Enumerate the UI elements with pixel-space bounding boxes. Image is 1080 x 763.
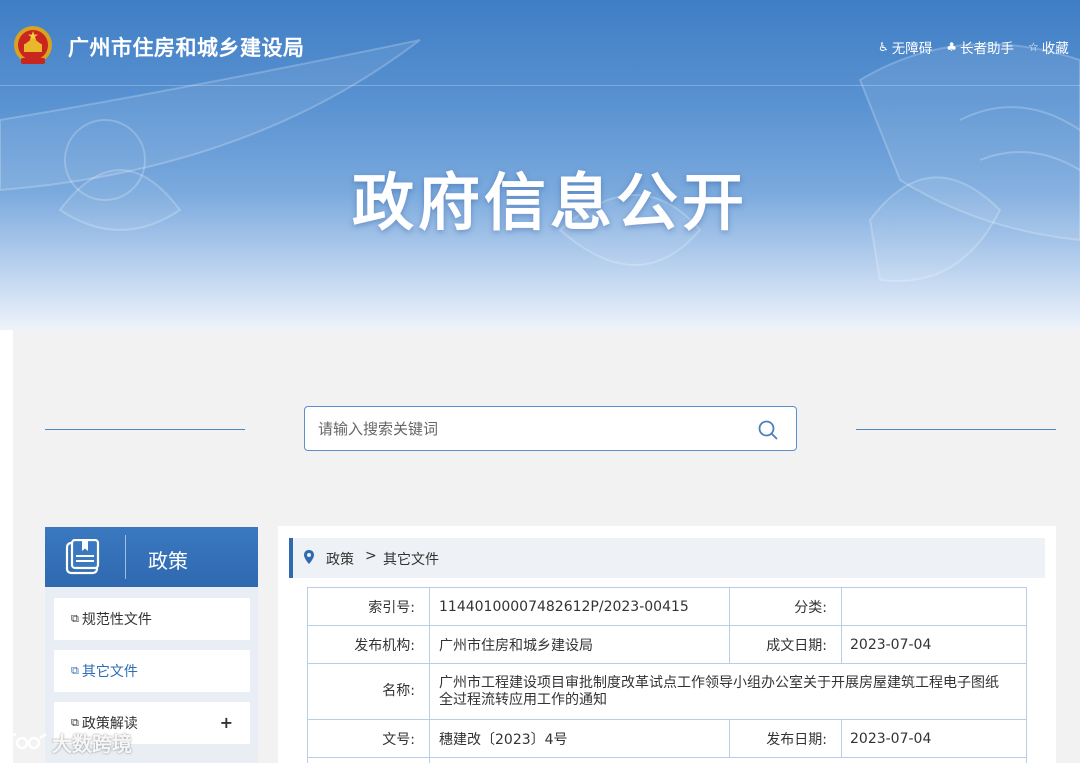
- site-title[interactable]: 广州市住房和城乡建设局: [68, 32, 305, 62]
- sidebar-item-label: 规范性文件: [81, 612, 152, 628]
- location-pin-icon: [304, 550, 314, 564]
- index-value: 11440100007482612P/2023-00415: [429, 587, 730, 626]
- table-row: 名称: 广州市工程建设项目审批制度改革试点工作领导小组办公室关于开展房屋建筑工程…: [307, 663, 1027, 720]
- favorite-link[interactable]: ☆ 收藏: [1028, 37, 1069, 57]
- banner-title: 政府信息公开: [351, 166, 748, 239]
- watermark: 大数跨境: [6, 728, 132, 757]
- created-date-label: 成文日期:: [729, 625, 842, 664]
- category-label: 分类:: [729, 587, 842, 626]
- banner: 广州市住房和城乡建设局 ♿ 无障碍 ♣ 长者助手 ☆ 收藏 政府信息公开: [0, 0, 1080, 330]
- category-value: [841, 587, 1027, 626]
- wheelchair-icon: ♿: [878, 40, 889, 54]
- name-label: 名称:: [307, 663, 430, 720]
- expand-plus-icon[interactable]: +: [220, 713, 233, 732]
- top-links: ♿ 无障碍 ♣ 长者助手 ☆ 收藏: [878, 37, 1080, 57]
- breadcrumb-separator: >: [365, 548, 377, 564]
- search-input[interactable]: [318, 407, 738, 450]
- publisher-value: 广州市住房和城乡建设局: [429, 625, 730, 664]
- breadcrumb: 政策 > 其它文件: [289, 538, 1045, 578]
- watermark-logo-icon: [8, 732, 47, 750]
- publisher-label: 发布机构:: [307, 625, 430, 664]
- top-bar: 广州市住房和城乡建设局 ♿ 无障碍 ♣ 长者助手 ☆ 收藏: [0, 0, 1080, 86]
- national-emblem-icon[interactable]: [13, 25, 53, 67]
- star-icon: ☆: [1028, 40, 1039, 54]
- copy-icon: ⧉: [71, 612, 79, 625]
- created-date-value: 2023-07-04: [841, 625, 1027, 664]
- sidebar-title: 政策: [148, 549, 188, 573]
- name-value: 广州市工程建设项目审批制度改革试点工作领导小组办公室关于开展房屋建筑工程电子图纸…: [429, 663, 1027, 720]
- divider-right: [856, 429, 1056, 430]
- watermark-text: 大数跨境: [52, 732, 132, 756]
- name-line-1: 广州市工程建设项目审批制度改革试点工作领导小组办公室关于开展房屋建筑工程电子图纸: [439, 674, 999, 691]
- elder-helper-icon: ♣: [946, 40, 958, 54]
- breadcrumb-policy[interactable]: 政策: [326, 549, 354, 569]
- sidebar-item-other-documents[interactable]: ⧉ 其它文件: [54, 650, 250, 692]
- breadcrumb-other-documents[interactable]: 其它文件: [383, 549, 439, 569]
- search-box: [304, 406, 797, 451]
- elder-helper-label: 长者助手: [960, 41, 1015, 57]
- sidebar-item-label: 其它文件: [81, 664, 138, 680]
- doc-number-value: 穗建改〔2023〕4号: [429, 719, 730, 758]
- copy-icon: ⧉: [71, 664, 79, 677]
- sidebar-header: 政策: [45, 527, 258, 587]
- elder-helper-link[interactable]: ♣ 长者助手: [946, 37, 1014, 57]
- search-icon[interactable]: [757, 419, 779, 441]
- accessibility-link[interactable]: ♿ 无障碍: [878, 37, 932, 57]
- accessibility-label: 无障碍: [891, 41, 933, 57]
- table-row: 索引号: 11440100007482612P/2023-00415 分类:: [307, 587, 1027, 626]
- table-row: 发布机构: 广州市住房和城乡建设局 成文日期: 2023-07-04: [307, 625, 1027, 664]
- table-row: [307, 757, 1027, 763]
- table-row: 文号: 穗建改〔2023〕4号 发布日期: 2023-07-04: [307, 719, 1027, 758]
- doc-number-label: 文号:: [307, 719, 430, 758]
- divider-left: [45, 429, 245, 430]
- published-date-value: 2023-07-04: [841, 719, 1027, 758]
- sidebar-item-normative-documents[interactable]: ⧉ 规范性文件: [54, 598, 250, 640]
- document-book-icon: [65, 539, 100, 575]
- document-info-table: 索引号: 11440100007482612P/2023-00415 分类: 发…: [307, 587, 1027, 763]
- sidebar-header-separator: [125, 535, 126, 579]
- name-line-2: 全过程流转应用工作的通知: [439, 691, 607, 708]
- index-label: 索引号:: [307, 587, 430, 626]
- published-date-label: 发布日期:: [729, 719, 842, 758]
- favorite-label: 收藏: [1041, 41, 1069, 57]
